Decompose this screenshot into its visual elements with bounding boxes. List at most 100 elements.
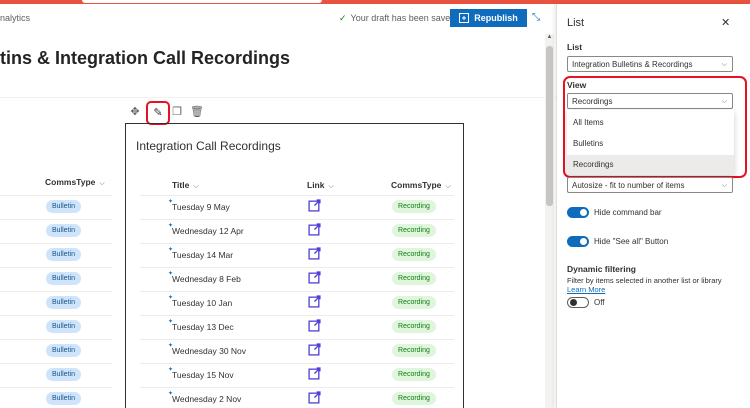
status-badge: Bulletin [46, 296, 81, 309]
bg-table-row[interactable]: Bulletin [0, 195, 112, 219]
row-title[interactable]: Wednesday 8 Feb [172, 274, 241, 284]
table-row[interactable]: ✦ Wednesday 2 Nov Recording [140, 387, 454, 408]
checkmark-icon: ✓ [339, 13, 347, 23]
webpart-title: Integration Call Recordings [136, 139, 281, 153]
edit-icon[interactable]: ✎ [146, 101, 170, 125]
table-row[interactable]: ✦ Tuesday 9 May Recording [140, 195, 454, 219]
chevron-down-icon: ⌵ [99, 180, 105, 187]
bg-header-commstype[interactable]: CommsType ⌵ [45, 177, 105, 188]
link-icon[interactable] [308, 223, 321, 236]
size-dropdown[interactable]: Autosize - fit to number of items ⌵ [567, 177, 733, 193]
list-webpart[interactable]: Integration Call Recordings Title ⌵ Link ⌵… [125, 123, 464, 408]
property-pane: List ✕ List Integration Bulletins & Reco… [556, 4, 750, 408]
row-title[interactable]: Tuesday 10 Jan [172, 298, 232, 308]
link-icon[interactable] [308, 199, 321, 212]
hide-see-all-toggle[interactable] [567, 236, 589, 247]
row-title[interactable]: Wednesday 12 Apr [172, 226, 244, 236]
header-title-label: Title [172, 180, 190, 190]
dynamic-filtering-label: Dynamic filtering [567, 264, 636, 274]
chevron-down-icon: ⌵ [721, 98, 727, 105]
table-row[interactable]: ✦ Tuesday 13 Dec Recording [140, 315, 454, 339]
republish-button[interactable]: Republish [450, 9, 527, 27]
delete-icon[interactable]: 🗑 [188, 103, 206, 121]
table-row[interactable]: ✦ Wednesday 30 Nov Recording [140, 339, 454, 363]
status-badge: Bulletin [46, 320, 81, 333]
status-badge: Recording [392, 344, 436, 357]
top-search-box[interactable] [82, 0, 322, 3]
row-title[interactable]: Wednesday 2 Nov [172, 394, 241, 404]
link-icon[interactable] [308, 247, 321, 260]
table-row[interactable]: ✦ Tuesday 10 Jan Recording [140, 291, 454, 315]
status-badge: Recording [392, 272, 436, 285]
learn-more-link[interactable]: Learn More [567, 285, 605, 294]
link-icon[interactable] [308, 391, 321, 404]
toggle-knob [580, 209, 587, 216]
link-icon[interactable] [308, 295, 321, 308]
view-option-recordings[interactable]: Recordings [567, 155, 734, 175]
size-dropdown-value: Autosize - fit to number of items [572, 181, 685, 190]
status-badge: Recording [392, 368, 436, 381]
collapse-icon[interactable]: ⤡ [528, 10, 544, 26]
row-title[interactable]: Tuesday 13 Dec [172, 322, 234, 332]
row-title[interactable]: Tuesday 9 May [172, 202, 230, 212]
header-link-label: Link [307, 180, 325, 190]
chevron-down-icon: ⌵ [721, 61, 727, 68]
link-icon[interactable] [308, 343, 321, 356]
link-icon[interactable] [308, 319, 321, 332]
table-row[interactable]: ✦ Wednesday 8 Feb Recording [140, 267, 454, 291]
view-dropdown-menu: All Items Bulletins Recordings [567, 110, 734, 175]
header-commstype[interactable]: CommsType ⌵ [391, 180, 451, 191]
status-badge: Recording [392, 296, 436, 309]
header-title[interactable]: Title ⌵ [172, 180, 199, 191]
row-title[interactable]: Wednesday 30 Nov [172, 346, 246, 356]
row-title[interactable]: Tuesday 15 Nov [172, 370, 234, 380]
pane-title: List [567, 17, 585, 29]
hide-command-bar-toggle[interactable] [567, 207, 589, 218]
view-dropdown[interactable]: Recordings ⌵ [567, 93, 733, 109]
chevron-down-icon: ⌵ [721, 182, 727, 189]
status-badge: Bulletin [46, 344, 81, 357]
page-scrollbar[interactable]: ▲ [545, 34, 554, 408]
toggle-knob [570, 299, 577, 306]
table-row[interactable]: ✦ Tuesday 14 Mar Recording [140, 243, 454, 267]
duplicate-icon[interactable]: ❐ [168, 103, 186, 121]
status-badge: Bulletin [46, 368, 81, 381]
dynamic-filtering-toggle[interactable] [567, 297, 589, 308]
status-badge: Bulletin [46, 224, 81, 237]
bg-table-row[interactable]: Bulletin [0, 339, 112, 363]
hide-see-all-label: Hide "See all" Button [594, 237, 669, 246]
status-badge: Bulletin [46, 248, 81, 261]
list-label: List [567, 42, 583, 52]
status-badge: Bulletin [46, 200, 81, 213]
view-label: View [567, 80, 587, 90]
view-option-bulletins[interactable]: Bulletins [567, 134, 734, 154]
header-link[interactable]: Link ⌵ [307, 180, 334, 191]
table-row[interactable]: ✦ Wednesday 12 Apr Recording [140, 219, 454, 243]
chevron-down-icon: ⌵ [328, 183, 334, 190]
row-title[interactable]: Tuesday 14 Mar [172, 250, 233, 260]
bg-table-row[interactable]: Bulletin [0, 363, 112, 387]
scroll-up-icon[interactable]: ▲ [545, 34, 554, 44]
table-row[interactable]: ✦ Tuesday 15 Nov Recording [140, 363, 454, 387]
link-icon[interactable] [308, 271, 321, 284]
move-icon[interactable]: ✥ [126, 103, 144, 121]
bg-table-row[interactable]: Bulletin [0, 267, 112, 291]
status-badge: Recording [392, 200, 436, 213]
bg-table-row[interactable]: Bulletin [0, 315, 112, 339]
background-list: CommsType ⌵ Bulletin Bulletin Bulletin Bulle… [0, 4, 120, 408]
bg-header-commstype-label: CommsType [45, 177, 96, 187]
bg-table-row[interactable]: Bulletin [0, 387, 112, 408]
bg-table-row[interactable]: Bulletin [0, 291, 112, 315]
close-icon[interactable]: ✕ [721, 16, 730, 29]
status-badge: Recording [392, 248, 436, 261]
toggle-knob [580, 238, 587, 245]
list-dropdown[interactable]: Integration Bulletins & Recordings ⌵ [567, 56, 733, 72]
bg-table-row[interactable]: Bulletin [0, 219, 112, 243]
scroll-thumb[interactable] [546, 46, 553, 206]
republish-label: Republish [474, 13, 518, 23]
link-icon[interactable] [308, 367, 321, 380]
hide-command-bar-label: Hide command bar [594, 208, 662, 217]
bg-table-row[interactable]: Bulletin [0, 243, 112, 267]
view-option-all-items[interactable]: All Items [567, 113, 734, 133]
draft-saved-text: Your draft has been saved [350, 13, 456, 23]
